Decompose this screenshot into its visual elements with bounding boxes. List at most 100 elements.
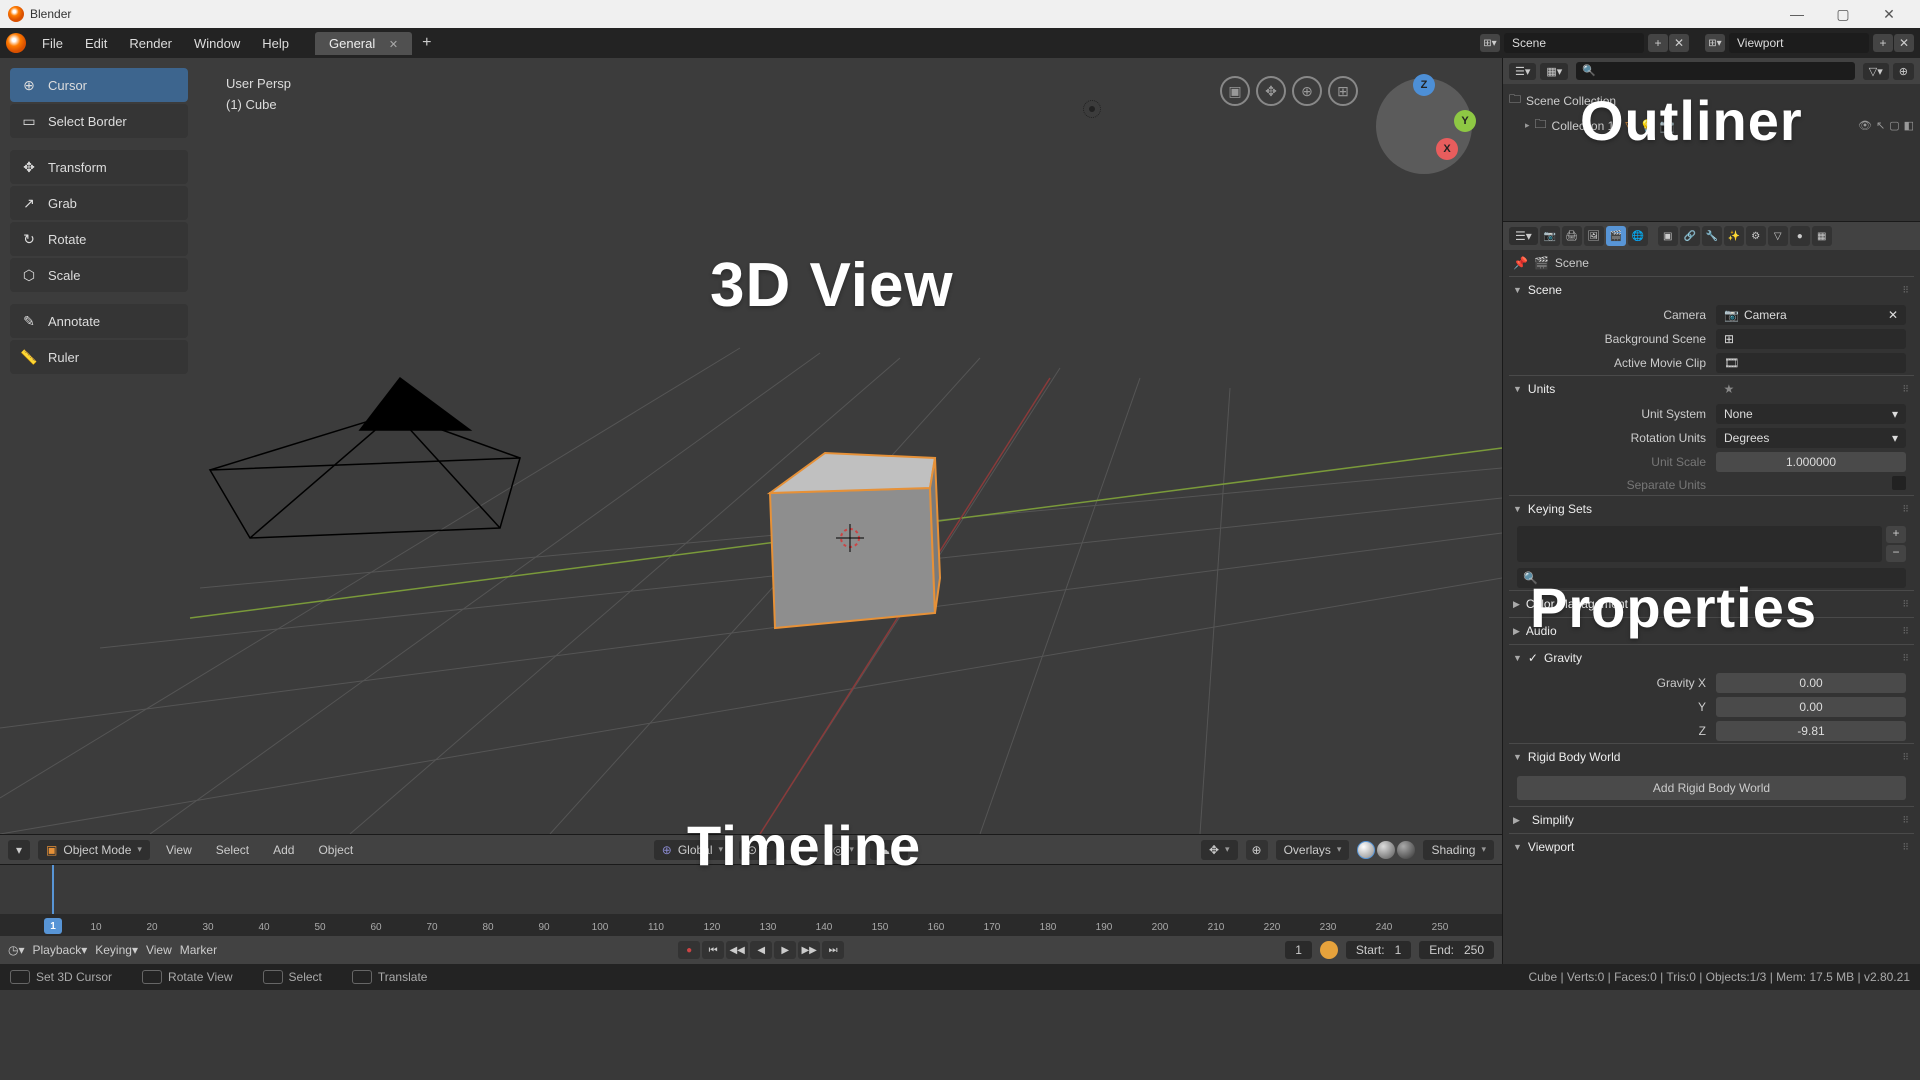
viewport-3d[interactable]: ⊕Cursor ▭Select Border ✥Transform ↗Grab … — [0, 58, 1502, 834]
outliner-new-collection-button[interactable]: ⊕ — [1893, 63, 1914, 80]
prop-tab-output[interactable]: 🖨 — [1562, 226, 1582, 246]
timeline-editor-type[interactable]: ◷▾ — [8, 943, 25, 957]
vp-menu-view[interactable]: View — [158, 840, 200, 860]
tool-ruler[interactable]: 📏Ruler — [10, 340, 188, 374]
preset-icon[interactable]: ★ — [1723, 382, 1734, 396]
tool-select-border[interactable]: ▭Select Border — [10, 104, 188, 138]
end-frame-field[interactable]: End:250 — [1419, 941, 1494, 959]
timeline-menu-playback[interactable]: Playback▾ — [33, 943, 88, 957]
section-header-gravity[interactable]: ▼✓Gravity⠿ — [1509, 645, 1914, 671]
shading-rendered-icon[interactable] — [1397, 841, 1415, 859]
timeline-playhead-label[interactable]: 1 — [44, 918, 62, 934]
play-button[interactable]: ▶ — [774, 941, 796, 959]
camera-field[interactable]: 📷Camera✕ — [1716, 305, 1906, 325]
prop-tab-data[interactable]: ▽ — [1768, 226, 1788, 246]
new-scene-button[interactable]: + — [1648, 34, 1668, 52]
menu-help[interactable]: Help — [252, 32, 299, 55]
properties-editor-type[interactable]: ☰▾ — [1509, 227, 1538, 245]
unit-scale-field[interactable]: 1.000000 — [1716, 452, 1906, 472]
movie-clip-field[interactable]: 🎞 — [1716, 353, 1906, 373]
prop-tab-scene[interactable]: 🎬 — [1606, 226, 1626, 246]
vp-menu-object[interactable]: Object — [310, 840, 361, 860]
clear-icon[interactable]: ✕ — [1888, 308, 1898, 322]
gravity-enable-checkbox[interactable]: ✓ — [1528, 651, 1538, 665]
menu-file[interactable]: File — [32, 32, 73, 55]
visibility-icon[interactable]: 👁 — [1858, 119, 1872, 132]
jump-end-button[interactable]: ⏭ — [822, 941, 844, 959]
delete-scene-button[interactable]: ✕ — [1669, 34, 1689, 52]
menu-render[interactable]: Render — [119, 32, 182, 55]
exclude-icon[interactable]: ▢ — [1889, 119, 1899, 132]
section-header-viewport[interactable]: ▼Viewport⠿ — [1509, 834, 1914, 860]
new-viewlayer-button[interactable]: + — [1873, 34, 1893, 52]
minimize-button[interactable]: — — [1774, 6, 1820, 22]
editor-type-dropdown[interactable]: ▾ — [8, 840, 30, 860]
prop-tab-material[interactable]: ● — [1790, 226, 1810, 246]
maximize-button[interactable]: ▢ — [1820, 6, 1866, 23]
menu-edit[interactable]: Edit — [75, 32, 117, 55]
tool-rotate[interactable]: ↻Rotate — [10, 222, 188, 256]
viewlayer-name-field[interactable]: Viewport — [1729, 33, 1869, 53]
unit-system-dropdown[interactable]: None▾ — [1716, 404, 1906, 424]
shading-solid-icon[interactable] — [1357, 841, 1375, 859]
pin-icon[interactable]: 📌 — [1513, 256, 1528, 270]
tool-cursor[interactable]: ⊕Cursor — [10, 68, 188, 102]
blender-icon[interactable] — [6, 33, 26, 53]
tool-scale[interactable]: ⬡Scale — [10, 258, 188, 292]
section-header-rigid-body[interactable]: ▼Rigid Body World⠿ — [1509, 744, 1914, 770]
navigation-gizmo[interactable]: Z Y X — [1376, 78, 1472, 174]
scene-name-field[interactable]: Scene — [1504, 33, 1644, 53]
timeline-playhead[interactable] — [52, 865, 54, 914]
ortho-toggle-icon[interactable]: ⊞ — [1328, 76, 1358, 106]
axis-x[interactable]: X — [1436, 138, 1458, 160]
prop-tab-physics[interactable]: ⚙ — [1746, 226, 1766, 246]
gravity-y-field[interactable]: 0.00 — [1716, 697, 1906, 717]
play-reverse-button[interactable]: ◀ — [750, 941, 772, 959]
gravity-z-field[interactable]: -9.81 — [1716, 721, 1906, 741]
remove-keying-set-button[interactable]: − — [1886, 545, 1906, 562]
workspace-tab-general[interactable]: General ✕ — [315, 32, 412, 55]
outliner-filter-button[interactable]: ▽▾ — [1863, 63, 1889, 80]
prop-tab-modifiers[interactable]: 🔧 — [1702, 226, 1722, 246]
prop-tab-world[interactable]: 🌐 — [1628, 226, 1648, 246]
mode-dropdown[interactable]: ▣Object Mode▾ — [38, 840, 150, 860]
start-frame-field[interactable]: Start:1 — [1346, 941, 1411, 959]
axis-z[interactable]: Z — [1413, 74, 1435, 96]
outliner-search-input[interactable] — [1576, 62, 1854, 80]
selectable-icon[interactable]: ↖ — [1876, 119, 1885, 132]
lamp-icon[interactable] — [1083, 100, 1101, 118]
menu-window[interactable]: Window — [184, 32, 250, 55]
timeline-menu-view[interactable]: View — [146, 943, 172, 957]
disclosure-icon[interactable]: ▸ — [1525, 120, 1530, 131]
shading-lookdev-icon[interactable] — [1377, 841, 1395, 859]
use-preview-range-icon[interactable] — [1320, 941, 1338, 959]
section-header-keying[interactable]: ▼Keying Sets⠿ — [1509, 496, 1914, 522]
viewlayer-browse-icon[interactable]: ⊞▾ — [1705, 34, 1725, 52]
outliner-display-mode[interactable]: ☰▾ — [1509, 63, 1536, 80]
prop-tab-object[interactable]: ▣ — [1658, 226, 1678, 246]
next-keyframe-button[interactable]: ▶▶ — [798, 941, 820, 959]
section-header-units[interactable]: ▼Units★⠿ — [1509, 376, 1914, 402]
section-header-scene[interactable]: ▼Scene⠿ — [1509, 277, 1914, 303]
jump-start-button[interactable]: ⏮ — [702, 941, 724, 959]
close-tab-icon[interactable]: ✕ — [389, 39, 398, 51]
axis-y[interactable]: Y — [1454, 110, 1476, 132]
pan-view-icon[interactable]: ✥ — [1256, 76, 1286, 106]
overlays-toggle-icon[interactable]: ⊕ — [1246, 840, 1268, 860]
shading-dropdown[interactable]: Shading▾ — [1423, 840, 1494, 860]
prop-tab-render[interactable]: 📷 — [1540, 226, 1560, 246]
auto-keying-button[interactable]: ● — [678, 941, 700, 959]
camera-view-icon[interactable]: ▣ — [1220, 76, 1250, 106]
tool-transform[interactable]: ✥Transform — [10, 150, 188, 184]
prop-tab-viewlayer[interactable]: 🖼 — [1584, 226, 1604, 246]
prop-tab-particles[interactable]: ✨ — [1724, 226, 1744, 246]
close-button[interactable]: ✕ — [1866, 6, 1912, 23]
vp-menu-add[interactable]: Add — [265, 840, 302, 860]
bg-scene-field[interactable]: ⊞ — [1716, 329, 1906, 349]
vp-menu-select[interactable]: Select — [208, 840, 257, 860]
holdout-icon[interactable]: ◧ — [1904, 119, 1914, 132]
scene-browse-icon[interactable]: ⊞▾ — [1480, 34, 1500, 52]
gravity-x-field[interactable]: 0.00 — [1716, 673, 1906, 693]
delete-viewlayer-button[interactable]: ✕ — [1894, 34, 1914, 52]
timeline-menu-marker[interactable]: Marker — [180, 943, 217, 957]
